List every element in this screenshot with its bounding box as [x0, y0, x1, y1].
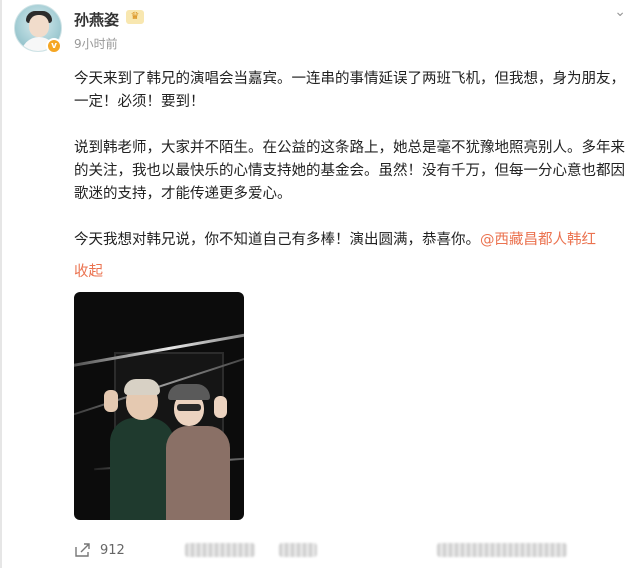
post-paragraph-2: 说到韩老师，大家并不陌生。在公益的这条路上，她总是毫不犹豫地照亮别人。多年来的关… — [74, 140, 625, 202]
avatar-face — [29, 15, 49, 37]
vip-crown-icon[interactable]: ♛ — [126, 10, 144, 24]
verified-badge-icon: v — [46, 38, 62, 54]
post-time[interactable]: 9小时前 — [74, 35, 118, 52]
mention-link[interactable]: @西藏昌都人韩红 — [480, 232, 596, 248]
collapse-link[interactable]: 收起 — [74, 260, 103, 281]
person-left-hand — [104, 390, 118, 412]
person-left-hair — [124, 379, 160, 395]
username[interactable]: 孙燕姿 — [74, 9, 119, 30]
post-paragraph-1: 今天来到了韩兄的演唱会当嘉宾。一连串的事情延误了两班飞机，但我想，身为朋友，一定… — [74, 71, 625, 110]
chevron-down-icon[interactable]: ⌄ — [614, 4, 626, 20]
post-paragraph-3: 今天我想对韩兄说，你不知道自己有多棒！演出圆满，恭喜你。@西藏昌都人韩红 — [74, 229, 634, 252]
blurred-like-count — [436, 543, 567, 557]
person-right-hat — [168, 384, 210, 400]
action-bar: 912 — [74, 538, 567, 562]
post-photo[interactable] — [74, 292, 244, 520]
share-icon[interactable] — [74, 542, 92, 558]
weibo-post-card: v 孙燕姿 ♛ 9小时前 ⌄ 今天来到了韩兄的演唱会当嘉宾。一连串的事情延误了两… — [0, 0, 640, 568]
person-right-hand — [214, 396, 227, 418]
person-right-body — [166, 426, 230, 520]
person-left-body — [110, 418, 174, 520]
post-paragraph-3-text: 今天我想对韩兄说，你不知道自己有多棒！演出圆满，恭喜你。 — [74, 232, 480, 248]
blurred-comment-count — [184, 543, 255, 557]
person-right-glasses — [177, 404, 201, 411]
post-text: 今天来到了韩兄的演唱会当嘉宾。一连串的事情延误了两班飞机，但我想，身为朋友，一定… — [74, 68, 634, 252]
blurred-count — [278, 543, 317, 557]
share-count[interactable]: 912 — [100, 543, 125, 558]
